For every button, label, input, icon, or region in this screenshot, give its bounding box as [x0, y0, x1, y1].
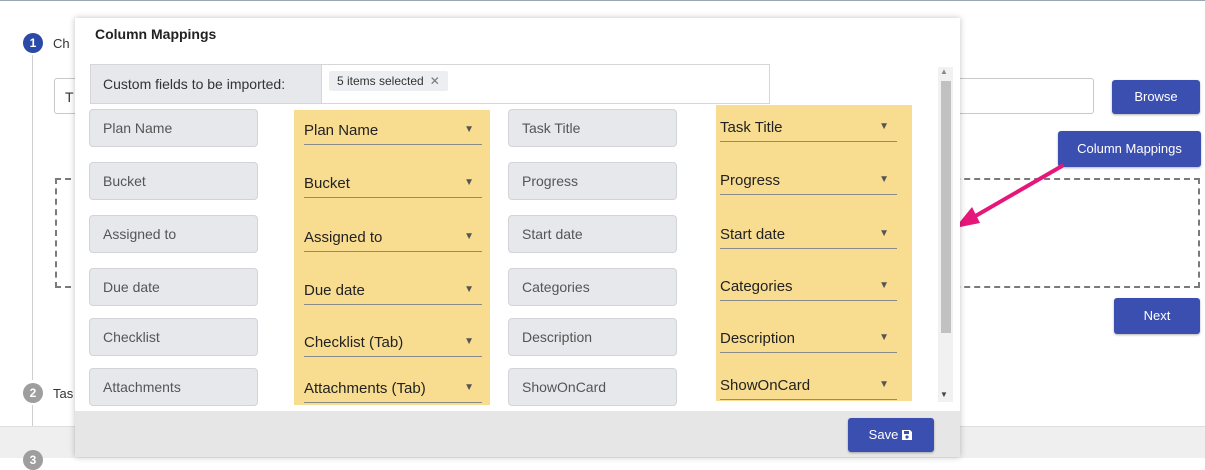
- select-value: Description: [720, 330, 796, 347]
- field-label-checklist: Checklist: [89, 318, 258, 356]
- step-connector: [32, 55, 33, 380]
- highlight-column-right: [716, 105, 912, 401]
- custom-fields-chip[interactable]: 5 items selected ✕: [329, 71, 448, 91]
- mapping-select-categories[interactable]: Categories ▼: [720, 271, 897, 301]
- close-icon[interactable]: ✕: [430, 74, 440, 88]
- mapping-select-start-date[interactable]: Start date ▼: [720, 219, 897, 249]
- field-label-showoncard: ShowOnCard: [508, 368, 677, 406]
- step-1-indicator: 1: [23, 33, 43, 53]
- step-2-indicator: 2: [23, 383, 43, 403]
- custom-fields-row: Custom fields to be imported: 5 items se…: [90, 64, 770, 104]
- mapping-select-bucket[interactable]: Bucket ▼: [304, 168, 482, 198]
- mapping-select-attachments[interactable]: Attachments (Tab) ▼: [304, 373, 482, 403]
- chevron-down-icon: ▼: [879, 379, 889, 390]
- select-value: Due date: [304, 282, 365, 299]
- field-label-start-date: Start date: [508, 215, 677, 253]
- save-button[interactable]: Save: [848, 418, 934, 452]
- scrollbar-thumb[interactable]: [941, 81, 951, 333]
- mapping-select-due-date[interactable]: Due date ▼: [304, 275, 482, 305]
- dialog-title: Column Mappings: [95, 26, 217, 42]
- chevron-down-icon: ▼: [879, 280, 889, 291]
- select-value: Checklist (Tab): [304, 334, 404, 351]
- select-value: Attachments (Tab): [304, 380, 426, 397]
- field-label-task-title: Task Title: [508, 109, 677, 147]
- browse-button[interactable]: Browse: [1112, 80, 1200, 114]
- select-value: Categories: [720, 278, 793, 295]
- mapping-select-description[interactable]: Description ▼: [720, 323, 897, 353]
- chevron-down-icon: ▼: [464, 336, 474, 347]
- select-value: ShowOnCard: [720, 377, 811, 394]
- field-label-due-date: Due date: [89, 268, 258, 306]
- column-mappings-dialog: Column Mappings Custom fields to be impo…: [75, 18, 960, 457]
- mapping-select-task-title[interactable]: Task Title ▼: [720, 112, 897, 142]
- field-label-categories: Categories: [508, 268, 677, 306]
- custom-fields-label: Custom fields to be imported:: [91, 65, 322, 103]
- chevron-down-icon: ▼: [464, 284, 474, 295]
- field-label-bucket: Bucket: [89, 162, 258, 200]
- chevron-down-icon: ▼: [879, 174, 889, 185]
- field-label-assigned-to: Assigned to: [89, 215, 258, 253]
- chevron-down-icon: ▼: [464, 124, 474, 135]
- chevron-down-icon: ▼: [879, 332, 889, 343]
- chevron-down-icon: ▼: [464, 177, 474, 188]
- select-value: Plan Name: [304, 122, 379, 139]
- select-value: Progress: [720, 172, 781, 189]
- step-3-indicator: 3: [23, 450, 43, 470]
- chevron-down-icon: ▼: [879, 121, 889, 132]
- mapping-select-assigned-to[interactable]: Assigned to ▼: [304, 222, 482, 252]
- chevron-down-icon: ▼: [879, 228, 889, 239]
- field-label-description: Description: [508, 318, 677, 356]
- chevron-down-icon: ▼: [464, 382, 474, 393]
- select-value: Assigned to: [304, 229, 383, 246]
- select-value: Bucket: [304, 175, 350, 192]
- field-label-plan-name: Plan Name: [89, 109, 258, 147]
- chevron-down-icon: ▼: [464, 231, 474, 242]
- mapping-select-checklist[interactable]: Checklist (Tab) ▼: [304, 327, 482, 357]
- save-button-label: Save: [868, 427, 899, 442]
- field-label-attachments: Attachments: [89, 368, 258, 406]
- mapping-select-showoncard[interactable]: ShowOnCard ▼: [720, 370, 897, 400]
- mapping-select-plan-name[interactable]: Plan Name ▼: [304, 115, 482, 145]
- select-value: Task Title: [720, 119, 783, 136]
- highlight-column-left: [294, 110, 490, 406]
- scroll-down-icon[interactable]: ▼: [940, 390, 948, 399]
- select-value: Start date: [720, 226, 786, 243]
- step-2-label: Tas: [53, 386, 74, 401]
- next-button[interactable]: Next: [1114, 298, 1200, 334]
- scroll-up-icon[interactable]: ▲: [940, 67, 948, 76]
- annotation-arrow-icon: [955, 164, 1064, 228]
- mapping-select-progress[interactable]: Progress ▼: [720, 165, 897, 195]
- step-1-label: Ch: [53, 36, 70, 51]
- save-icon: [902, 430, 913, 440]
- column-mappings-button[interactable]: Column Mappings: [1058, 131, 1201, 167]
- chip-text: 5 items selected: [337, 74, 424, 88]
- dialog-footer: Save: [75, 411, 960, 457]
- field-label-progress: Progress: [508, 162, 677, 200]
- top-border: [0, 0, 1205, 1]
